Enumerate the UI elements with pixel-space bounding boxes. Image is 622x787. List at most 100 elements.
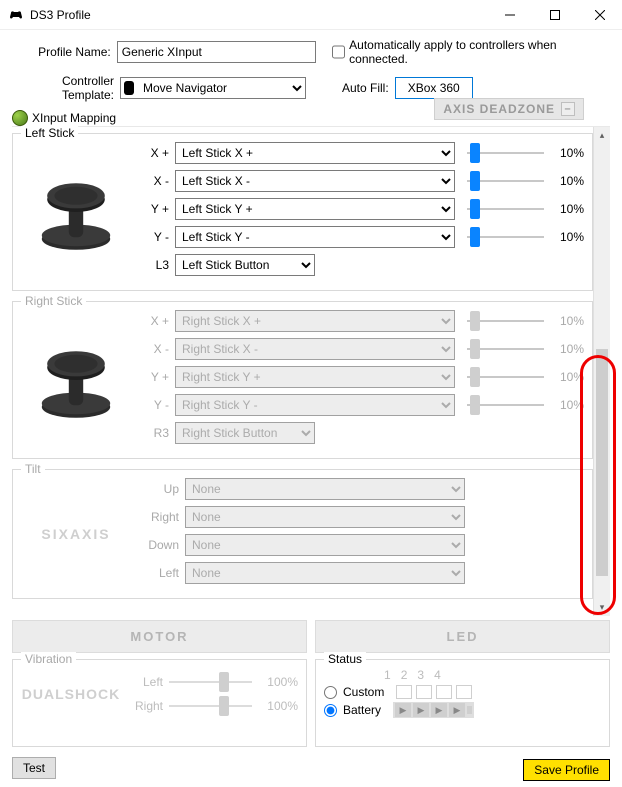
right-stick-yminus-select: Right Stick Y - [175, 394, 455, 416]
right-stick-group: Right Stick X + [12, 301, 593, 459]
left-stick-image [21, 142, 131, 282]
profile-name-label: Profile Name: [12, 45, 111, 59]
scrollbar-track[interactable] [594, 144, 610, 599]
sixaxis-brand: SIXAXIS [21, 478, 131, 590]
led-numbers: 1 2 3 4 [384, 668, 601, 682]
right-stick-xplus-pct: 10% [550, 314, 584, 328]
left-stick-yminus-pct: 10% [550, 230, 584, 244]
titlebar: DS3 Profile [0, 0, 622, 30]
maximize-button[interactable] [532, 0, 577, 30]
dualshock-brand: DUALSHOCK [22, 686, 120, 702]
axis-deadzone-label: AXIS DEADZONE [443, 102, 555, 116]
right-stick-image [21, 310, 131, 450]
controller-template-select[interactable]: Move Navigator [120, 77, 306, 99]
led-box-2[interactable] [416, 685, 432, 699]
right-stick-xminus-select: Right Stick X - [175, 338, 455, 360]
right-stick-xplus-label: X + [139, 314, 169, 328]
window-title: DS3 Profile [30, 8, 487, 22]
vibration-left-slider [169, 672, 252, 692]
led-box-1[interactable] [396, 685, 412, 699]
right-stick-yminus-slider [467, 395, 544, 415]
auto-fill-label: Auto Fill: [342, 81, 389, 95]
led-box-3[interactable] [436, 685, 452, 699]
right-stick-xminus-pct: 10% [550, 342, 584, 356]
auto-fill-xbox360-button[interactable]: XBox 360 [395, 77, 473, 99]
r3-select: Right Stick Button [175, 422, 315, 444]
tilt-left-select: None [185, 562, 465, 584]
right-stick-yminus-label: Y - [139, 398, 169, 412]
tilt-down-label: Down [139, 538, 179, 552]
left-stick-yplus-pct: 10% [550, 202, 584, 216]
left-stick-yminus-select[interactable]: Left Stick Y - [175, 226, 455, 248]
vibration-legend: Vibration [21, 652, 76, 666]
status-battery-label: Battery [343, 703, 381, 717]
left-stick-xplus-label: X + [139, 146, 169, 160]
right-stick-legend: Right Stick [21, 294, 86, 308]
status-custom-label: Custom [343, 685, 384, 699]
close-button[interactable] [577, 0, 622, 30]
left-stick-xminus-pct: 10% [550, 174, 584, 188]
left-stick-xminus-label: X - [139, 174, 169, 188]
axis-deadzone-collapse-button[interactable]: – [561, 102, 575, 116]
left-stick-xplus-select[interactable]: Left Stick X + [175, 142, 455, 164]
xbox-orb-icon [12, 110, 28, 126]
tab-xinput-mapping[interactable]: XInput Mapping [32, 111, 116, 125]
tilt-up-label: Up [139, 482, 179, 496]
app-icon [8, 7, 24, 23]
tilt-left-label: Left [139, 566, 179, 580]
tilt-up-select: None [185, 478, 465, 500]
l3-select[interactable]: Left Stick Button [175, 254, 315, 276]
tab-motor[interactable]: MOTOR [12, 620, 307, 653]
tilt-legend: Tilt [21, 462, 45, 476]
save-profile-button[interactable]: Save Profile [523, 759, 610, 781]
profile-name-input[interactable] [117, 41, 316, 63]
axis-deadzone-header[interactable]: AXIS DEADZONE – [434, 98, 584, 120]
right-stick-yplus-select: Right Stick Y + [175, 366, 455, 388]
vibration-left-label: Left [127, 675, 163, 689]
scroll-down-arrow-icon[interactable]: ▾ [594, 599, 610, 616]
right-stick-yplus-slider [467, 367, 544, 387]
left-stick-yplus-select[interactable]: Left Stick Y + [175, 198, 455, 220]
right-stick-yminus-pct: 10% [550, 398, 584, 412]
tilt-right-select: None [185, 506, 465, 528]
controller-template-label: Controller Template: [12, 74, 114, 102]
vibration-right-pct: 100% [258, 699, 298, 713]
scroll-up-arrow-icon[interactable]: ▴ [594, 127, 610, 144]
right-stick-xminus-slider [467, 339, 544, 359]
left-stick-yplus-slider[interactable] [467, 199, 544, 219]
left-stick-legend: Left Stick [21, 126, 78, 140]
auto-apply-checkbox[interactable] [332, 45, 346, 59]
vibration-right-label: Right [127, 699, 163, 713]
status-legend: Status [324, 652, 366, 666]
tab-led[interactable]: LED [315, 620, 610, 653]
auto-apply-label: Automatically apply to controllers when … [349, 38, 610, 66]
left-stick-xplus-slider[interactable] [467, 143, 544, 163]
right-stick-xplus-slider [467, 311, 544, 331]
left-stick-group: Left Stick X + [12, 133, 593, 291]
l3-label: L3 [139, 258, 169, 272]
vibration-left-pct: 100% [258, 675, 298, 689]
led-box-4[interactable] [456, 685, 472, 699]
minimize-button[interactable] [487, 0, 532, 30]
left-stick-yminus-slider[interactable] [467, 227, 544, 247]
battery-indicator-icon: ▶▶▶▶ [393, 702, 474, 718]
tilt-group: Tilt SIXAXIS Up None Right None [12, 469, 593, 599]
right-stick-yplus-label: Y + [139, 370, 169, 384]
vibration-group: Vibration DUALSHOCK Left 100% Right [12, 659, 307, 747]
left-stick-xplus-pct: 10% [550, 146, 584, 160]
tilt-right-label: Right [139, 510, 179, 524]
left-stick-yminus-label: Y - [139, 230, 169, 244]
move-navigator-icon [124, 81, 134, 95]
left-stick-xminus-select[interactable]: Left Stick X - [175, 170, 455, 192]
vertical-scrollbar[interactable]: ▴ ▾ [593, 127, 610, 616]
right-stick-xplus-select: Right Stick X + [175, 310, 455, 332]
left-stick-xminus-slider[interactable] [467, 171, 544, 191]
tilt-down-select: None [185, 534, 465, 556]
left-stick-yplus-label: Y + [139, 202, 169, 216]
status-battery-radio[interactable] [324, 704, 337, 717]
r3-label: R3 [139, 426, 169, 440]
right-stick-xminus-label: X - [139, 342, 169, 356]
test-button[interactable]: Test [12, 757, 56, 779]
status-custom-radio[interactable] [324, 686, 337, 699]
scrollbar-thumb[interactable] [596, 349, 608, 577]
